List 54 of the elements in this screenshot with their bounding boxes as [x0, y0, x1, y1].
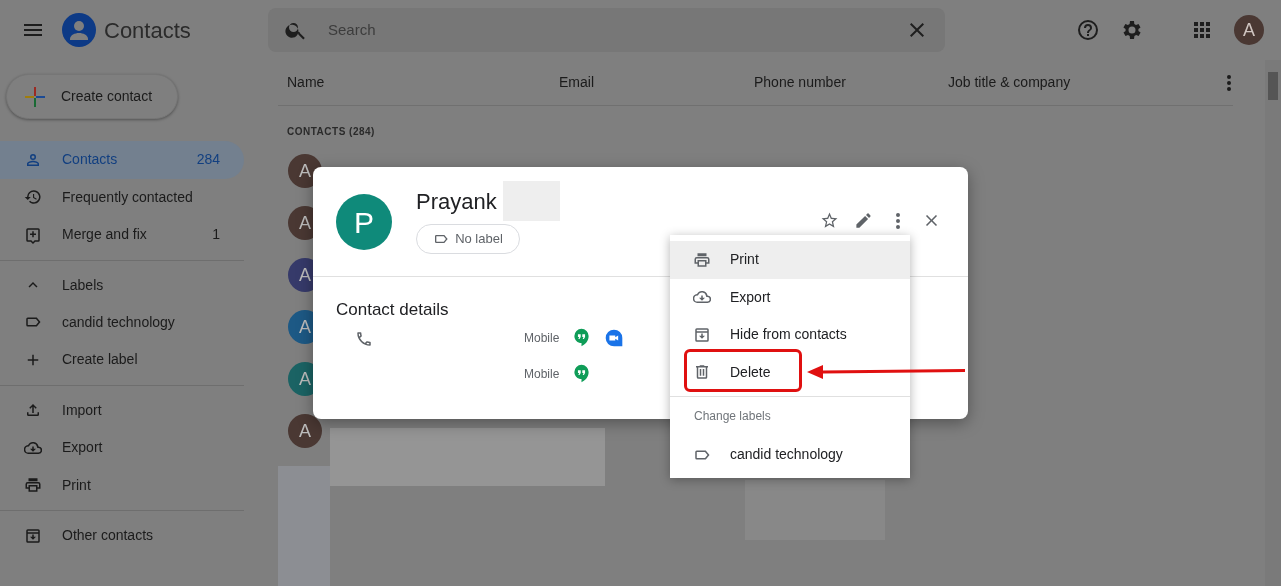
- item-count: 1: [212, 225, 220, 245]
- contact-name: Prayank: [416, 187, 497, 216]
- menu-item[interactable]: Delete: [670, 353, 910, 391]
- menu-icon: [693, 325, 711, 344]
- list-heading: CONTACTS (284): [287, 125, 376, 139]
- sidebar-item[interactable]: candid technology: [0, 303, 244, 341]
- help-button[interactable]: [1076, 18, 1100, 42]
- menu-icon: [693, 250, 711, 269]
- column-header[interactable]: Email: [550, 72, 745, 93]
- scrollbar[interactable]: [1265, 60, 1281, 586]
- column-header[interactable]: Job title & company: [939, 72, 1159, 93]
- sidebar-item[interactable]: Print: [0, 466, 244, 504]
- more-icon: [895, 212, 900, 229]
- sidebar-item[interactable]: Frequently contacted: [0, 178, 244, 216]
- app-title: Contacts: [104, 16, 191, 45]
- sidebar-icon: [24, 526, 42, 545]
- star-icon: [820, 211, 839, 230]
- chat-icon[interactable]: [572, 363, 592, 384]
- phone-icon: [355, 329, 373, 348]
- chat-icon[interactable]: [572, 327, 592, 348]
- menu-item[interactable]: Print: [670, 241, 910, 279]
- sidebar-item[interactable]: Contacts 284: [0, 141, 244, 179]
- column-header[interactable]: Name: [278, 72, 550, 93]
- section-heading: Labels: [62, 275, 104, 295]
- contact-avatar[interactable]: A: [288, 414, 322, 448]
- section-title: Contact details: [336, 299, 449, 321]
- menu-item[interactable]: Hide from contacts: [670, 316, 910, 354]
- sidebar-item[interactable]: Export: [0, 429, 244, 467]
- sidebar-item[interactable]: Import: [0, 391, 244, 429]
- video-call-icon[interactable]: [604, 327, 625, 348]
- create-contact-button[interactable]: Create contact: [6, 74, 178, 119]
- sidebar-item[interactable]: Merge and fix 1: [0, 216, 244, 254]
- phone-type: Mobile: [524, 329, 560, 347]
- search-input[interactable]: Search: [328, 18, 885, 42]
- phone-type: Mobile: [524, 365, 560, 383]
- sidebar-icon: [24, 476, 42, 495]
- item-count: 284: [196, 150, 220, 170]
- help-icon: [1076, 18, 1100, 42]
- menu-item[interactable]: candid technology: [670, 436, 910, 473]
- sidebar-item[interactable]: Create label: [0, 341, 244, 379]
- more-icon: [1227, 74, 1231, 91]
- contacts-logo-icon: [62, 13, 96, 47]
- edit-icon: [854, 211, 873, 230]
- menu-item[interactable]: Export: [670, 278, 910, 316]
- contact-avatar: P: [336, 194, 392, 250]
- plus-icon: [23, 84, 47, 109]
- sidebar-icon: [24, 188, 42, 207]
- menu-icon: [693, 363, 711, 382]
- account-avatar[interactable]: A: [1234, 15, 1264, 45]
- search-field[interactable]: Search: [268, 8, 945, 52]
- sidebar-item[interactable]: Other contacts: [0, 517, 244, 555]
- column-header[interactable]: Phone number: [745, 72, 939, 93]
- menu-heading: Change labels: [693, 408, 772, 425]
- sidebar-icon: [24, 225, 42, 244]
